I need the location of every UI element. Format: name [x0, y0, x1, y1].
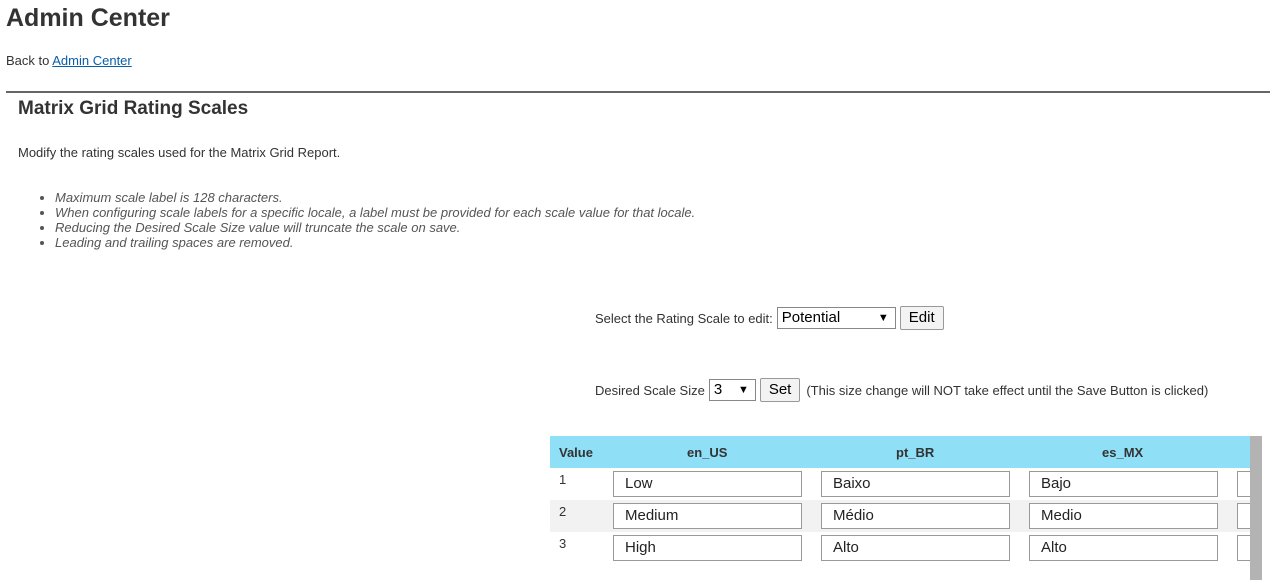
rating-scale-select[interactable]: Potential ▼	[776, 307, 896, 329]
label-input-next-locale[interactable]	[1237, 503, 1250, 529]
rating-scale-selected: Potential	[781, 309, 841, 326]
grid-header: Value en_US pt_BR es_MX	[550, 436, 1250, 468]
label-input-en-us[interactable]: Medium	[613, 503, 802, 529]
notes-list: Maximum scale label is 128 characters. W…	[37, 190, 695, 250]
scale-value: 1	[559, 472, 567, 487]
back-line: Back to Admin Center	[6, 53, 132, 68]
back-prefix: Back to	[6, 53, 50, 68]
set-button[interactable]: Set	[759, 378, 801, 402]
scale-size-selected: 3	[713, 381, 723, 398]
column-header-pt-br: pt_BR	[896, 445, 935, 460]
label-input-pt-br[interactable]: Baixo	[821, 471, 1010, 497]
label-input-next-locale[interactable]	[1237, 471, 1250, 497]
scale-size-label: Desired Scale Size	[595, 382, 705, 398]
section-title: Matrix Grid Rating Scales	[18, 98, 249, 119]
column-header-es-mx: es_MX	[1102, 445, 1144, 460]
label-input-pt-br[interactable]: Médio	[821, 503, 1010, 529]
scale-size-row: Desired Scale Size 3 ▼ Set (This size ch…	[595, 378, 1208, 402]
label-input-pt-br[interactable]: Alto	[821, 535, 1010, 561]
label-input-next-locale[interactable]	[1237, 535, 1250, 561]
vertical-scrollbar[interactable]	[1250, 436, 1262, 580]
note-item: Maximum scale label is 128 characters.	[55, 190, 695, 205]
label-input-es-mx[interactable]: Medio	[1029, 503, 1218, 529]
table-row: 1 Low Baixo Bajo	[550, 468, 1250, 500]
rating-scale-grid: Value en_US pt_BR es_MX 1 Low Baixo Bajo…	[550, 436, 1250, 580]
rating-scale-label: Select the Rating Scale to edit:	[595, 310, 773, 326]
scale-value: 3	[559, 536, 567, 551]
label-input-es-mx[interactable]: Alto	[1029, 535, 1218, 561]
chevron-down-icon: ▼	[737, 384, 749, 396]
label-input-es-mx[interactable]: Bajo	[1029, 471, 1218, 497]
note-item: Leading and trailing spaces are removed.	[55, 235, 695, 250]
section-description: Modify the rating scales used for the Ma…	[18, 145, 341, 160]
label-input-en-us[interactable]: High	[613, 535, 802, 561]
edit-button[interactable]: Edit	[899, 306, 944, 330]
column-header-value: Value	[559, 445, 593, 460]
admin-center-link[interactable]: Admin Center	[52, 53, 131, 68]
note-item: Reducing the Desired Scale Size value wi…	[55, 220, 695, 235]
column-header-en-us: en_US	[687, 445, 728, 460]
table-row: 3 High Alto Alto	[550, 532, 1250, 564]
label-input-en-us[interactable]: Low	[613, 471, 802, 497]
page-title: Admin Center	[6, 4, 170, 32]
rating-scale-select-row: Select the Rating Scale to edit: Potenti…	[595, 306, 944, 330]
chevron-down-icon: ▼	[877, 312, 889, 324]
scale-size-hint: (This size change will NOT take effect u…	[806, 382, 1209, 398]
table-row: 2 Medium Médio Medio	[550, 500, 1250, 532]
scale-value: 2	[559, 504, 567, 519]
divider	[6, 91, 1270, 93]
scale-size-select[interactable]: 3 ▼	[708, 379, 756, 401]
note-item: When configuring scale labels for a spec…	[55, 205, 695, 220]
